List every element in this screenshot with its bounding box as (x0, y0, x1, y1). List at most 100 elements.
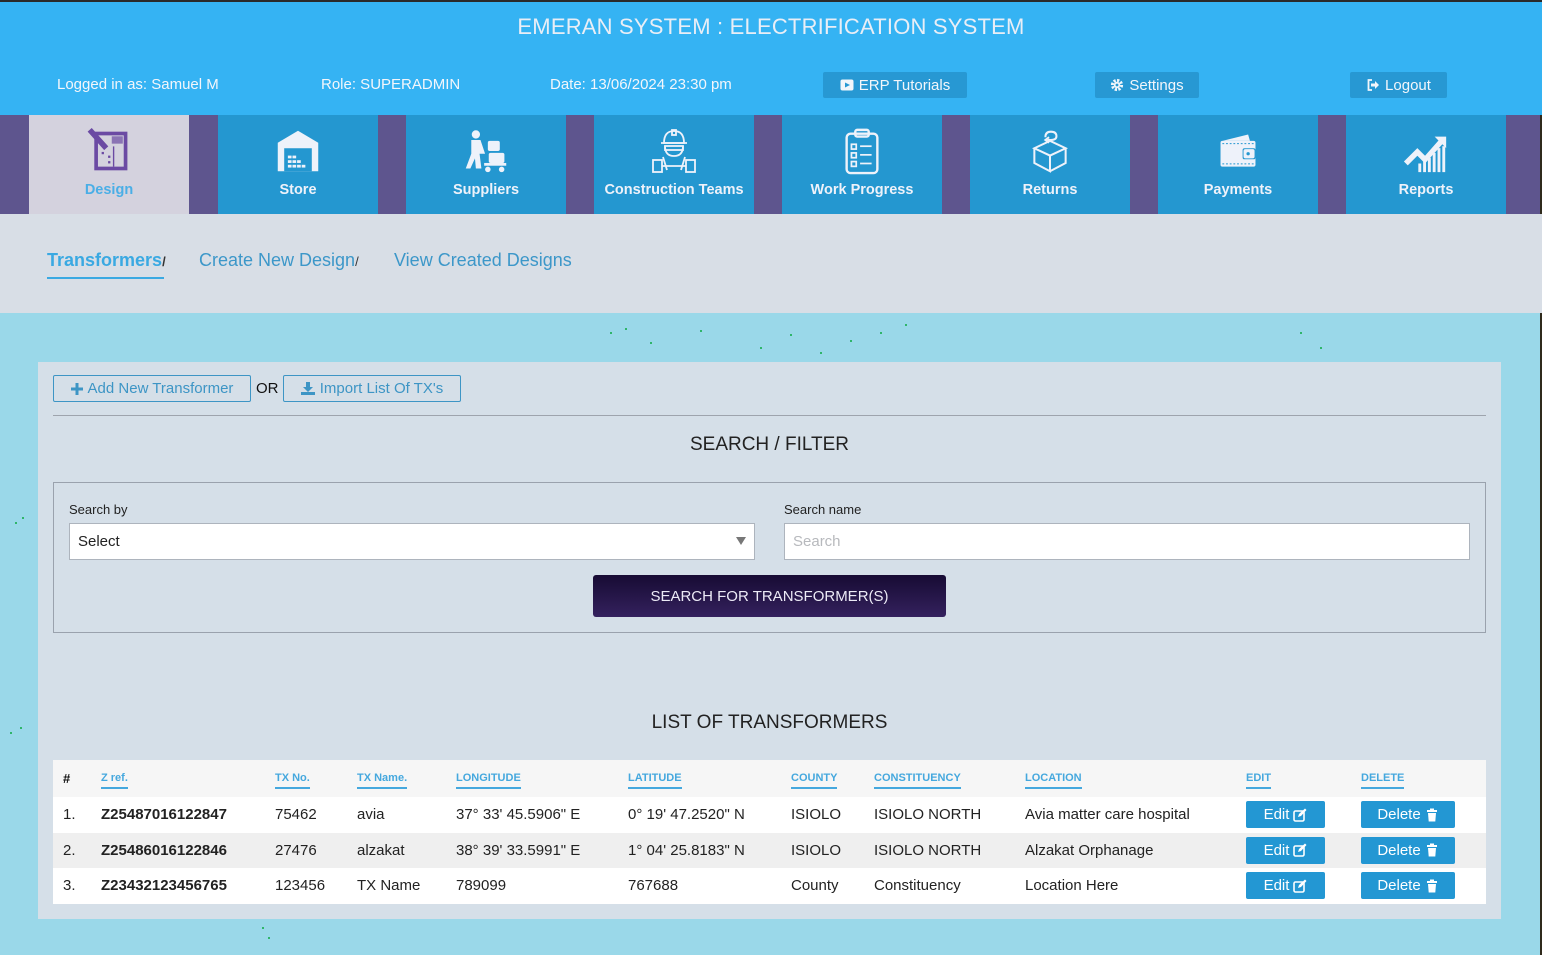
transformers-panel: Add New Transformer OR Import List Of TX… (38, 362, 1501, 919)
zref-cell: Z23432123456765 (101, 877, 227, 895)
table-row: 3. Z23432123456765 123456 TX Name 789099… (53, 868, 1486, 904)
txname-cell: TX Name (357, 877, 421, 895)
nav-item-suppliers[interactable]: Suppliers (406, 115, 566, 214)
col-header-constituency[interactable]: CONSTITUENCY (874, 760, 961, 797)
growth-chart-icon (1401, 126, 1451, 176)
longitude-cell: 38° 39' 33.5991" E (456, 841, 581, 859)
edit-button[interactable]: Edit (1246, 801, 1325, 829)
search-by-select[interactable]: Select (69, 523, 755, 560)
col-header-delete: DELETE (1361, 760, 1405, 797)
nav-item-design[interactable]: Design (29, 115, 189, 214)
tab-label: Create New Design (199, 250, 356, 270)
settings-button[interactable]: Settings (1095, 72, 1199, 98)
edit-button[interactable]: Edit (1246, 872, 1325, 900)
add-new-transformer-button[interactable]: Add New Transformer (53, 375, 251, 402)
wallet-icon (1213, 126, 1263, 176)
county-cell: County (791, 877, 839, 895)
longitude-cell: 37° 33' 45.5906" E (456, 806, 581, 824)
search-by-label: Search by (69, 502, 128, 517)
edit-button[interactable]: Edit (1246, 836, 1325, 864)
txno-cell: 27476 (275, 841, 317, 859)
delete-button[interactable]: Delete (1361, 801, 1455, 829)
user-role: Role: SUPERADMIN (321, 76, 461, 93)
row-number: 2. (63, 841, 76, 859)
col-header-txno[interactable]: TX No. (275, 760, 310, 797)
nav-item-store[interactable]: Store (218, 115, 378, 214)
txno-cell: 123456 (275, 877, 326, 895)
longitude-cell: 789099 (456, 877, 507, 895)
import-transformers-button[interactable]: Import List Of TX's (283, 375, 461, 402)
constituency-cell: ISIOLO NORTH (874, 806, 982, 824)
zref-cell: Z25486016122846 (101, 841, 227, 859)
location-cell: Avia matter care hospital (1025, 806, 1190, 824)
trash-icon (1426, 843, 1437, 857)
app-title: EMERAN SYSTEM : ELECTRIFICATION SYSTEM (517, 14, 1025, 39)
logged-in-user: Logged in as: Samuel M (57, 76, 219, 93)
col-header-location[interactable]: LOCATION (1025, 760, 1082, 797)
latitude-cell: 767688 (628, 877, 679, 895)
list-heading: LIST OF TRANSFORMERS (651, 712, 888, 733)
table-row: 2. Z25486016122846 27476 alzakat 38° 39'… (53, 832, 1486, 868)
app-header: EMERAN SYSTEM : ELECTRIFICATION SYSTEM L… (0, 2, 1542, 115)
nav-label: Payments (1203, 182, 1273, 198)
constituency-cell: ISIOLO NORTH (874, 841, 982, 859)
edit-icon (1293, 808, 1307, 822)
warehouse-icon (273, 126, 323, 176)
logout-label: Logout (1385, 76, 1431, 94)
tab-separator: / (162, 254, 166, 269)
or-label: OR (256, 380, 279, 397)
erp-tutorials-button[interactable]: ERP Tutorials (823, 72, 967, 98)
search-transformers-button[interactable]: SEARCH FOR TRANSFORMER(S) (593, 575, 946, 617)
edit-icon (1293, 843, 1307, 858)
nav-item-returns[interactable]: Returns (970, 115, 1130, 214)
nav-label: Store (279, 182, 317, 198)
design-blueprint-icon (84, 126, 134, 176)
table-header-row: # Z ref. TX No. TX Name. LONGITUDE LATIT… (53, 760, 1486, 797)
search-name-input[interactable] (784, 523, 1470, 560)
col-header-zref[interactable]: Z ref. (101, 760, 128, 797)
clipboard-checklist-icon (837, 126, 887, 176)
supplier-trolley-icon (461, 126, 511, 176)
plus-icon (70, 382, 83, 395)
delete-button[interactable]: Delete (1361, 836, 1455, 864)
nav-label: Suppliers (452, 182, 520, 198)
nav-item-work-progress[interactable]: Work Progress (782, 115, 942, 214)
latitude-cell: 1° 04' 25.8183" N (628, 841, 745, 859)
row-number: 1. (63, 806, 76, 824)
trash-icon (1426, 879, 1437, 893)
delete-button[interactable]: Delete (1361, 872, 1455, 900)
add-new-transformer-label: Add New Transformer (87, 380, 234, 397)
latitude-cell: 0° 19' 47.2520" N (628, 806, 745, 824)
logout-button[interactable]: Logout (1350, 72, 1447, 98)
col-header-county[interactable]: COUNTY (791, 760, 838, 797)
search-filter-heading: SEARCH / FILTER (689, 434, 850, 455)
location-cell: Alzakat Orphanage (1025, 841, 1154, 859)
col-header-txname[interactable]: TX Name. (357, 760, 408, 797)
tab-label: Transformers (47, 250, 163, 270)
col-header-number: # (63, 771, 71, 786)
tab-transformers[interactable]: Transformers/ (47, 250, 166, 279)
col-header-longitude[interactable]: LONGITUDE (456, 760, 521, 797)
tab-create-new-design[interactable]: Create New Design/ (199, 250, 359, 271)
nav-item-construction-teams[interactable]: Construction Teams (594, 115, 754, 214)
trash-icon (1426, 808, 1437, 822)
tab-label: View Created Designs (394, 250, 572, 270)
tab-view-created-designs[interactable]: View Created Designs (394, 250, 572, 271)
col-header-latitude[interactable]: LATITUDE (628, 760, 682, 797)
video-play-icon (840, 79, 854, 91)
search-filter-form: Search by Select Search name SEARCH FOR … (53, 482, 1486, 633)
constituency-cell: Constituency (874, 877, 961, 895)
nav-item-reports[interactable]: Reports (1346, 115, 1506, 214)
county-cell: ISIOLO (791, 841, 842, 859)
download-icon (300, 382, 315, 395)
dropdown-arrow-icon (736, 537, 746, 545)
zref-cell: Z25487016122847 (101, 806, 227, 824)
import-transformers-label: Import List Of TX's (319, 380, 444, 397)
sub-tabs-bar: Transformers/ Create New Design/ View Cr… (0, 214, 1542, 313)
tab-separator: / (355, 254, 359, 269)
nav-item-payments[interactable]: Payments (1158, 115, 1318, 214)
nav-label: Returns (1022, 182, 1078, 198)
col-header-edit: EDIT (1246, 760, 1272, 797)
edit-icon (1293, 879, 1307, 893)
txno-cell: 75462 (275, 806, 317, 824)
